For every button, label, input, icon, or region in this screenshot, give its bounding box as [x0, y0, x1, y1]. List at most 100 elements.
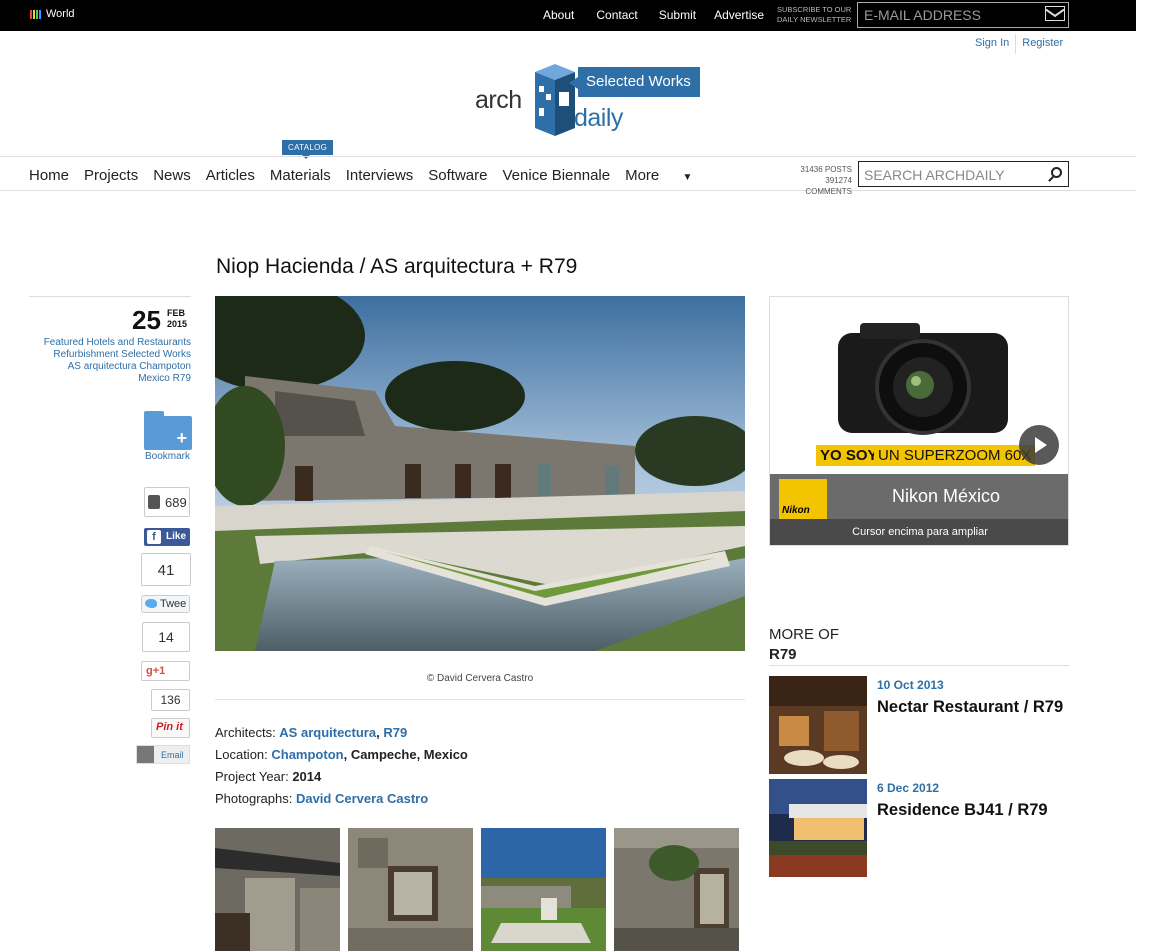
selected-works-badge: Selected Works — [569, 67, 700, 97]
chevron-down-icon: ▼ — [682, 172, 693, 183]
facebook-like-button[interactable]: f Like — [144, 528, 190, 546]
comments-count: 391274 COMMENTS — [805, 176, 852, 196]
facebook-count: 689 — [144, 487, 190, 517]
googleplus-count: 14 — [142, 622, 190, 652]
gallery-thumbnail[interactable] — [348, 828, 473, 951]
photographs-row: Photographs: David Cervera Castro — [215, 788, 468, 810]
nav-more-label: More — [625, 167, 660, 184]
pinterest-button[interactable]: Pin it — [151, 718, 190, 738]
googleplus-button[interactable]: g+1 — [141, 661, 190, 681]
related-title[interactable]: Nectar Restaurant / R79 — [877, 696, 1067, 718]
ad-hover-hint: Cursor encima para ampliar — [770, 519, 1068, 545]
location-label: Location: — [215, 747, 272, 762]
gallery-thumbnail[interactable] — [614, 828, 739, 951]
facebook-count-value: 689 — [165, 495, 187, 510]
related-thumbnail[interactable] — [769, 779, 867, 877]
logo-daily-text: daily — [574, 104, 623, 132]
bookmark-label[interactable]: Bookmark — [145, 451, 190, 462]
catalog-badge: CATALOG — [282, 140, 334, 159]
related-title[interactable]: Residence BJ41 / R79 — [877, 799, 1067, 821]
nav-materials[interactable]: Materials — [270, 167, 331, 184]
logo-arch-text: arch — [475, 86, 522, 114]
nikon-logo: Nikon — [779, 479, 827, 519]
nav-news[interactable]: News — [153, 167, 191, 184]
gallery-thumbnail[interactable] — [215, 828, 340, 951]
year-value: 2014 — [292, 769, 322, 784]
architect-link-as[interactable]: AS arquitectura — [279, 725, 376, 740]
tag-line[interactable]: Mexico R79 — [29, 373, 191, 385]
ad-brand: Nikon México — [892, 486, 1001, 506]
photographer-link[interactable]: David Cervera Castro — [296, 791, 428, 806]
caption-divider — [215, 699, 745, 700]
tag-line[interactable]: AS arquitectura Champoton — [29, 361, 191, 373]
year-label: Project Year: — [215, 769, 293, 784]
gallery-thumbnails — [215, 828, 745, 951]
more-of-name[interactable]: R79 — [769, 646, 797, 663]
folder-icon: + — [144, 411, 192, 450]
twitter-count: 41 — [141, 553, 191, 586]
tag-line[interactable]: Refurbishment Selected Works — [29, 349, 191, 361]
tweet-button[interactable]: Twee — [141, 595, 190, 613]
top-bar: World About Contact Submit Advertise SUB… — [0, 0, 1136, 31]
email-placeholder: E-MAIL ADDRESS — [864, 7, 981, 23]
top-link-submit[interactable]: Submit — [659, 8, 696, 22]
top-link-contact[interactable]: Contact — [596, 8, 637, 22]
photo-caption: © David Cervera Castro — [426, 673, 534, 684]
post-date-day: 25 — [132, 305, 161, 335]
location-row: Location: Champoton, Campeche, Mexico — [215, 744, 468, 766]
related-thumbnail[interactable] — [769, 676, 867, 774]
nav-software[interactable]: Software — [428, 167, 487, 184]
related-project[interactable]: 6 Dec 2012 Residence BJ41 / R79 — [769, 779, 1069, 877]
pinterest-count: 136 — [151, 689, 190, 711]
article-tags: Featured Hotels and Restaurants Refurbis… — [29, 337, 191, 385]
top-link-about[interactable]: About — [543, 8, 574, 22]
email-share-label: Email — [161, 750, 184, 760]
more-of-label: MORE OF — [769, 626, 839, 643]
register-link[interactable]: Register — [1022, 37, 1063, 54]
year-row: Project Year: 2014 — [215, 766, 468, 788]
architect-link-r79[interactable]: R79 — [383, 725, 407, 740]
archdaily-logo[interactable]: arch daily Selected Works — [475, 60, 705, 140]
photographs-label: Photographs: — [215, 791, 296, 806]
logo-building-icon — [535, 64, 575, 136]
nav-venice-biennale[interactable]: Venice Biennale — [503, 167, 611, 184]
sign-in-link[interactable]: Sign In — [975, 37, 1009, 54]
main-project-photo[interactable] — [215, 296, 745, 651]
twitter-bird-icon — [145, 599, 157, 608]
left-divider — [29, 296, 191, 297]
search-input[interactable]: SEARCH ARCHDAILY — [858, 161, 1069, 187]
world-label: World — [46, 8, 75, 20]
post-date-year: 2015 — [167, 319, 188, 329]
related-date: 6 Dec 2012 — [877, 781, 940, 795]
nav-home[interactable]: Home — [29, 167, 69, 184]
play-icon[interactable] — [1019, 425, 1059, 465]
email-share-icon — [137, 746, 154, 763]
world-selector[interactable]: World — [30, 8, 75, 20]
nav-articles[interactable]: Articles — [206, 167, 255, 184]
nikon-advertisement[interactable]: ▷ YO SOY UN SUPERZOOM 60X Nikon Nikon Mé… — [769, 296, 1069, 546]
newsletter-label: SUBSCRIBE TO OUR DAILY NEWSLETTER — [777, 5, 852, 24]
gallery-thumbnail[interactable] — [481, 828, 606, 951]
location-link[interactable]: Champoton — [271, 747, 343, 762]
more-of-divider — [769, 665, 1069, 666]
nav-more[interactable]: More ▼ — [625, 167, 707, 184]
site-stats: 31436 POSTS 391274 COMMENTS — [777, 164, 852, 197]
auth-divider — [1015, 34, 1017, 54]
envelope-icon[interactable] — [1045, 6, 1065, 21]
search-icon[interactable] — [1051, 167, 1062, 178]
newsletter-email-input[interactable]: E-MAIL ADDRESS — [857, 2, 1069, 28]
tag-line[interactable]: Featured Hotels and Restaurants — [29, 337, 191, 349]
nav-projects[interactable]: Projects — [84, 167, 138, 184]
top-link-advertise[interactable]: Advertise — [714, 8, 764, 22]
ad-slogan-2: UN SUPERZOOM 60X — [874, 445, 1036, 466]
top-links: About Contact Submit Advertise — [543, 8, 764, 22]
bookmark-button[interactable]: + — [144, 411, 192, 450]
nav-interviews[interactable]: Interviews — [346, 167, 414, 184]
flag-bars-icon — [30, 9, 41, 19]
article-title: Niop Hacienda / AS arquitectura + R79 — [216, 255, 578, 278]
search-placeholder: SEARCH ARCHDAILY — [864, 167, 1005, 183]
email-share-button[interactable]: Email — [136, 745, 190, 764]
facebook-like-label: Like — [166, 531, 187, 542]
posts-count: 31436 POSTS — [800, 165, 852, 174]
related-project[interactable]: 10 Oct 2013 Nectar Restaurant / R79 — [769, 676, 1069, 774]
